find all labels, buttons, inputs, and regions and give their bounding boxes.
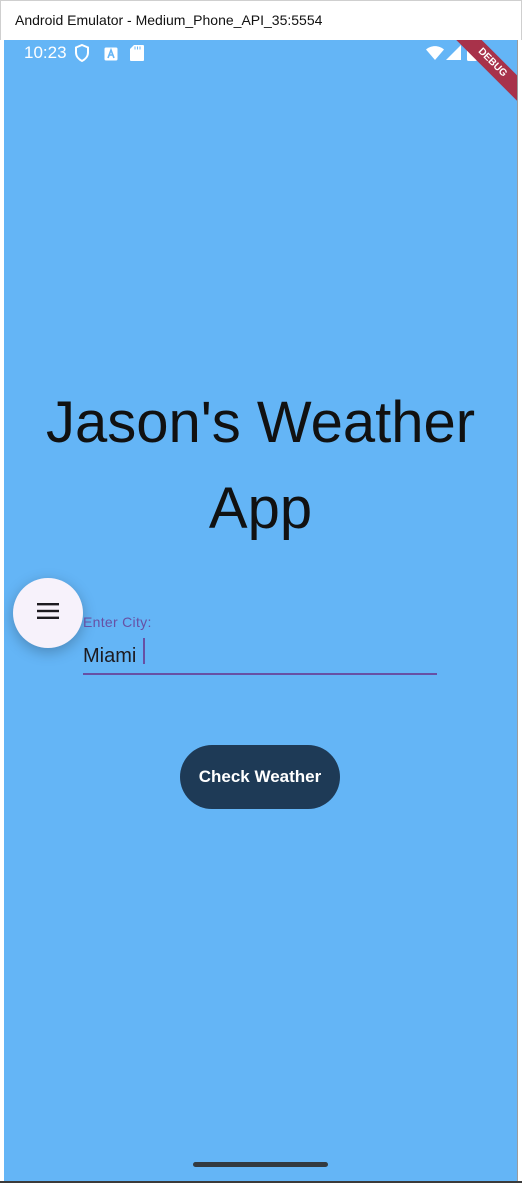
home-indicator[interactable]	[193, 1162, 328, 1167]
city-field-label: Enter City:	[83, 614, 152, 630]
shield-icon	[74, 43, 90, 67]
text-cursor	[143, 638, 145, 664]
window-titlebar[interactable]: Android Emulator - Medium_Phone_API_35:5…	[0, 0, 522, 40]
device-screen: 10:23 DEBUG Jason's Weather App Enter Ci…	[4, 40, 517, 1181]
check-weather-button[interactable]: Check Weather	[180, 745, 340, 809]
sd-card-icon	[130, 45, 144, 66]
cell-signal-icon	[446, 45, 461, 65]
city-input[interactable]	[83, 635, 437, 675]
emulator-window: Android Emulator - Medium_Phone_API_35:5…	[0, 0, 522, 1183]
status-time: 10:23	[24, 43, 67, 62]
status-bar: 10:23	[4, 40, 517, 68]
menu-button[interactable]	[13, 578, 83, 648]
a-icon	[104, 46, 118, 66]
window-title: Android Emulator - Medium_Phone_API_35:5…	[15, 12, 323, 28]
menu-icon	[36, 602, 60, 625]
window-right-edge	[517, 40, 522, 1183]
wifi-icon	[426, 45, 444, 65]
page-title: Jason's Weather App	[45, 390, 476, 541]
